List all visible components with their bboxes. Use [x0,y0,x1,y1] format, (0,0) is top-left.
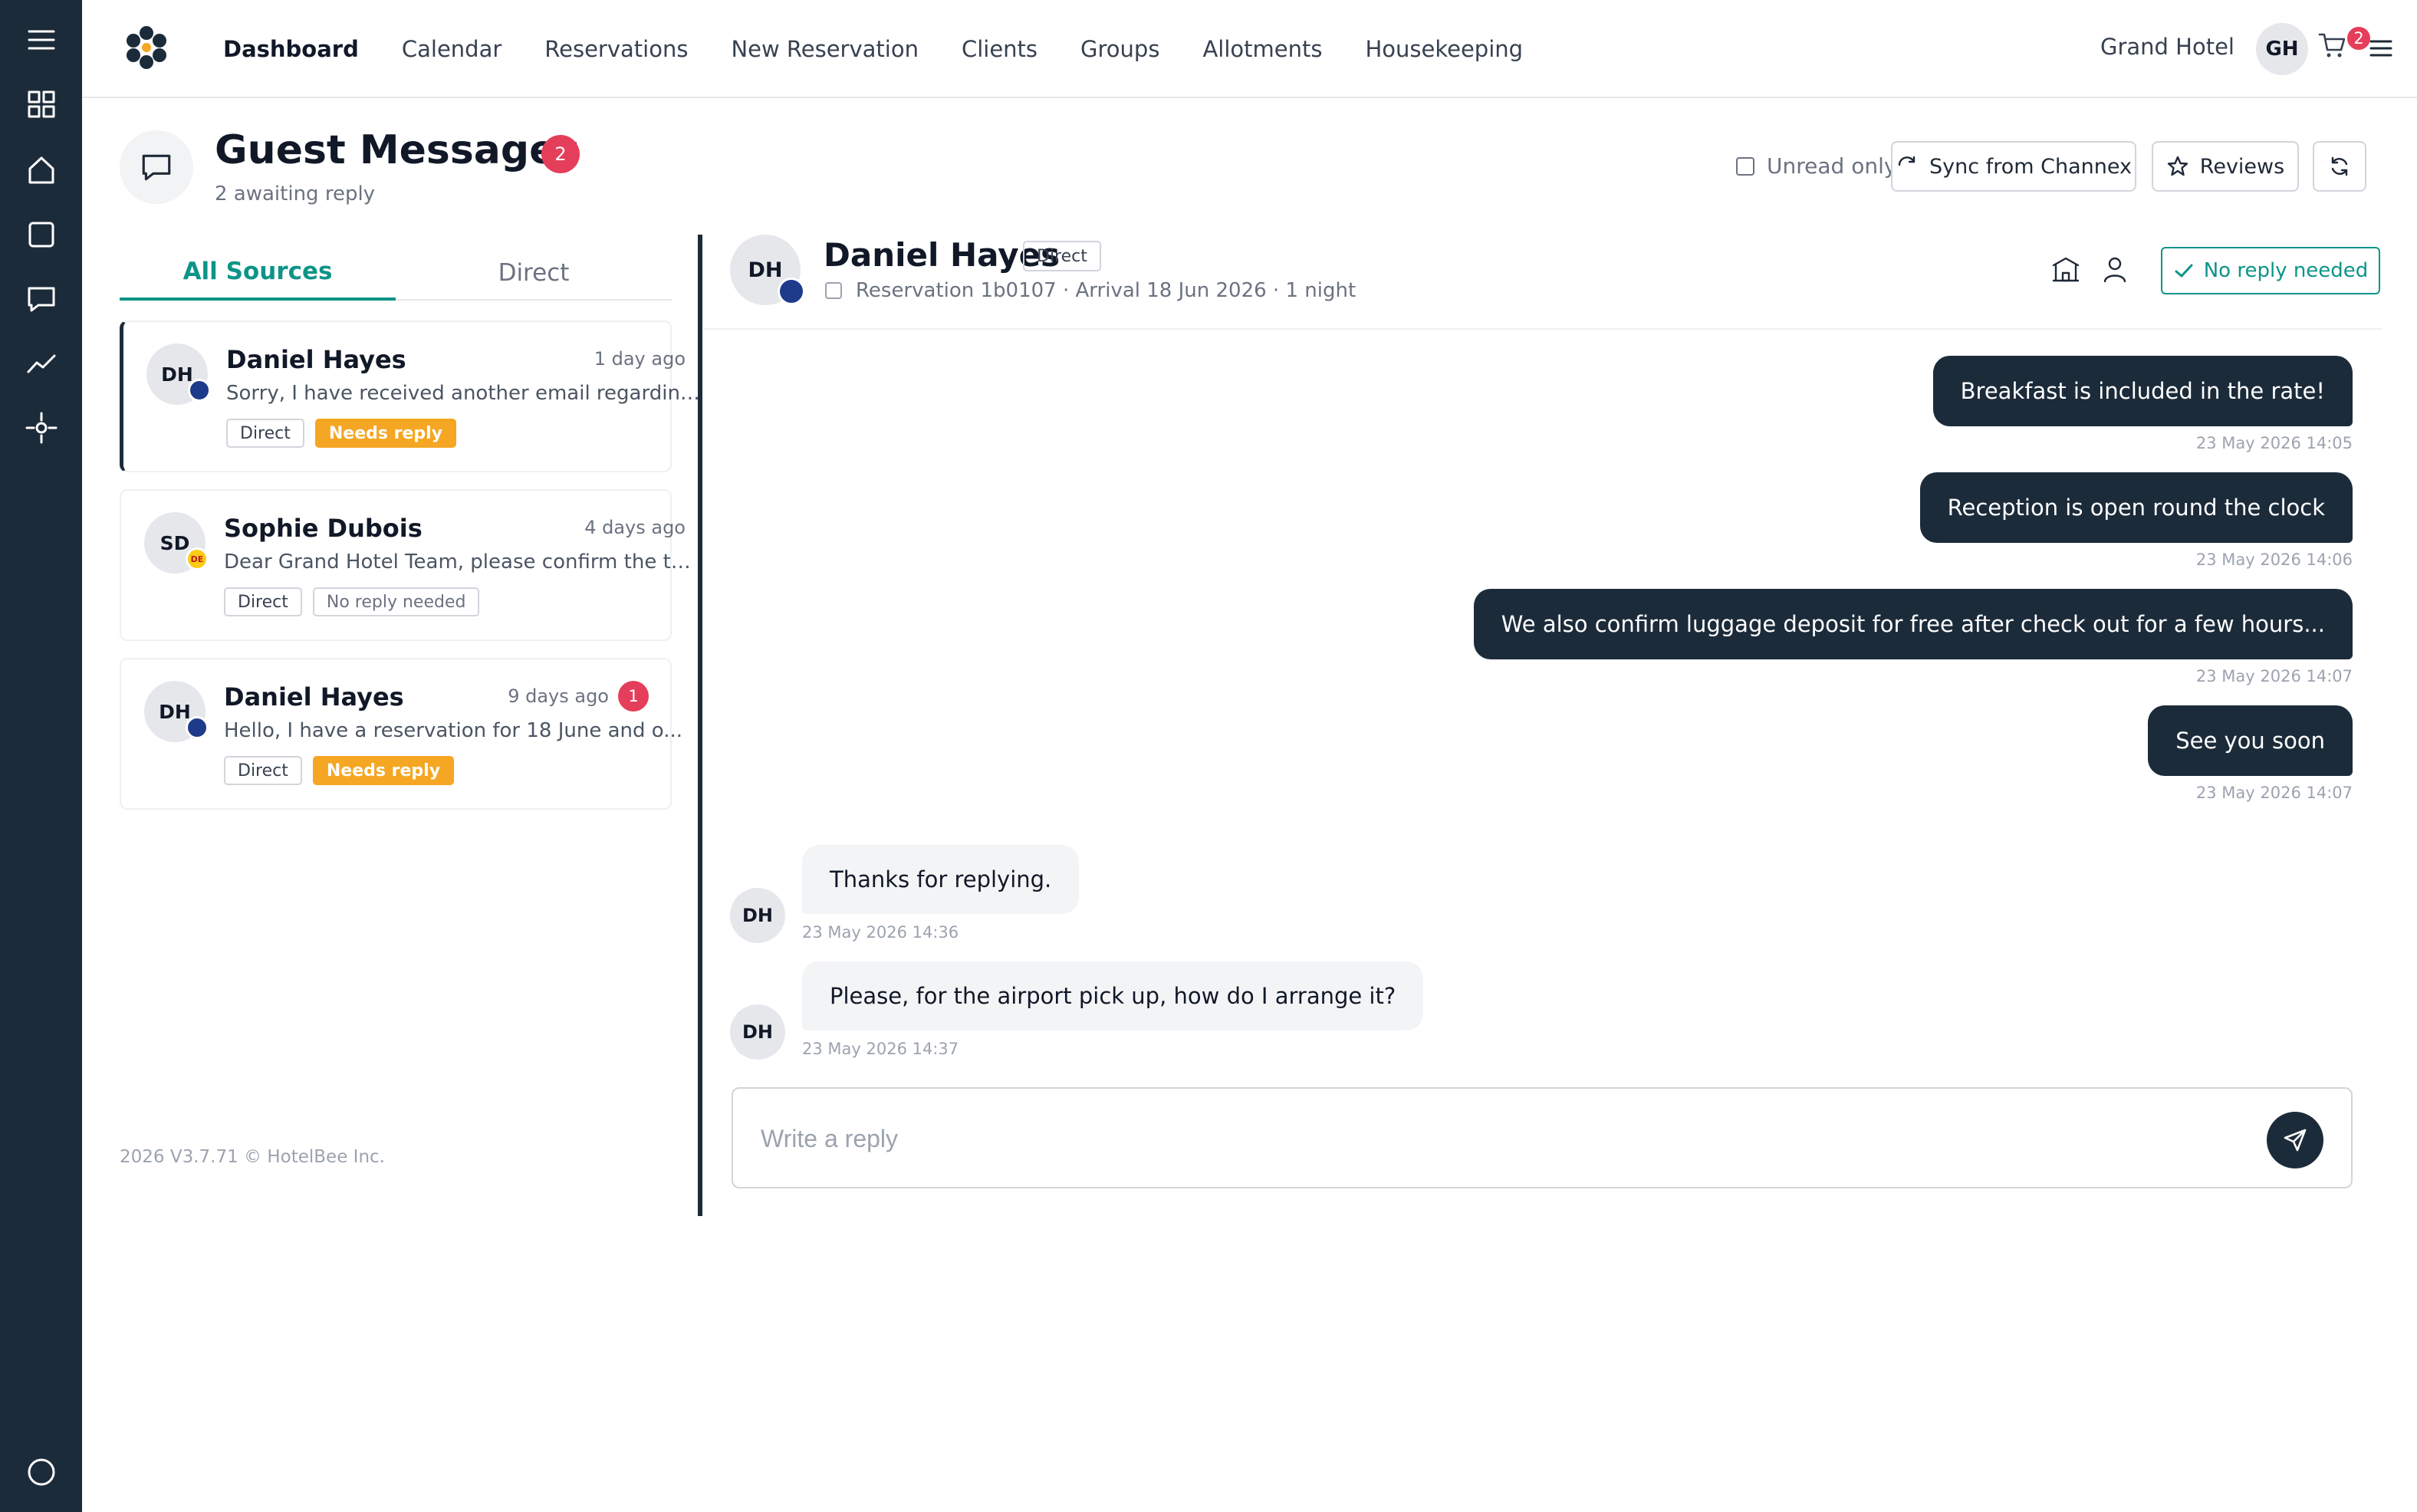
conversation-name: Sophie Dubois [224,514,423,543]
page-subtitle: 2 awaiting reply [215,182,376,205]
avatar: DH [730,235,805,305]
message-timestamp: 23 May 2026 14:06 [2195,551,2353,569]
avatar: DH [146,343,211,405]
refresh-icon [2331,156,2348,176]
cart-icon[interactable] [2317,31,2346,60]
chat-header-divider [702,328,2382,330]
trend-icon[interactable] [0,333,82,394]
status-badge: Needs reply [314,419,457,448]
reservation-info[interactable]: Reservation 1b0107 · Arrival 18 Jun 2026… [825,279,1356,302]
conversation-name: Daniel Hayes [224,682,404,712]
reviews-button[interactable]: Reviews [2152,141,2299,192]
star-icon [2167,156,2188,176]
reviews-label: Reviews [2199,154,2285,179]
circle-icon[interactable] [0,1441,82,1503]
unread-only-toggle[interactable]: Unread only [1736,153,1896,179]
outgoing-message: Reception is open round the clock [1919,472,2353,543]
home-icon[interactable] [0,140,82,201]
language-flag-icon: DE [186,547,209,570]
nav-reservations[interactable]: Reservations [544,36,688,62]
messages-header-icon [120,130,193,204]
avatar: SD DE [144,512,209,574]
nav-allotments[interactable]: Allotments [1202,36,1322,62]
incoming-message: Please, for the airport pick up, how do … [802,961,1424,1030]
awaiting-count-badge: 2 [541,135,580,173]
conversation-preview: Dear Grand Hotel Team, please confirm th… [224,551,698,574]
source-chip: Direct [224,587,302,616]
source-tabs: All Sources Direct [120,245,672,301]
chat-icon[interactable] [0,268,82,330]
tab-all-sources[interactable]: All Sources [120,245,396,301]
user-avatar[interactable]: GH [2256,23,2308,75]
nav-housekeeping[interactable]: Housekeeping [1365,36,1523,62]
message-timestamp: 23 May 2026 14:37 [802,1040,959,1058]
square-icon[interactable] [0,204,82,265]
send-button[interactable] [2267,1112,2323,1169]
conversation-time: 1 day ago [594,348,686,370]
reservation-meta: Reservation 1b0107 · Arrival 18 Jun 2026… [856,279,1356,302]
incoming-message: Thanks for replying. [802,845,1080,914]
check-icon [2175,264,2193,278]
conversation-preview: Sorry, I have received another email reg… [226,382,700,405]
refresh-button[interactable] [2313,141,2366,192]
hotel-icon[interactable] [2049,253,2083,287]
source-chip: Direct [1023,241,1101,271]
nav-dashboard[interactable]: Dashboard [223,36,359,62]
send-icon [2284,1129,2307,1152]
unread-count-badge: 1 [618,681,649,712]
outgoing-message: Breakfast is included in the rate! [1932,356,2353,426]
conversation-time: 9 days ago [508,685,609,707]
no-reply-needed-label: No reply needed [2203,259,2369,282]
menu-icon[interactable] [0,9,82,71]
conversation-item[interactable]: DH Daniel Hayes 9 days ago 1 Hello, I ha… [120,658,682,810]
footer-version: 2026 V3.7.71 © HotelBee Inc. [120,1147,385,1167]
avatar: DH [730,888,785,943]
tab-direct[interactable]: Direct [396,245,672,301]
reply-input[interactable] [761,1119,2218,1158]
conversation-name: Daniel Hayes [226,345,406,374]
menu-icon[interactable] [2368,35,2394,61]
sync-icon [1898,156,1916,166]
source-dot [778,278,805,305]
message-timestamp: 23 May 2026 14:05 [2195,434,2353,452]
conversation-time: 4 days ago [584,517,686,538]
source-chip: Direct [226,419,304,448]
guest-profile-icon[interactable] [2098,253,2132,287]
avatar: DH [730,1004,785,1060]
hotelbee-logo[interactable] [122,23,171,72]
nav-new-reservation[interactable]: New Reservation [731,36,919,62]
conversation-item[interactable]: DH Daniel Hayes 1 day ago Sorry, I have … [120,320,700,472]
reservation-icon [825,282,842,299]
target-icon[interactable] [0,397,82,459]
main-nav: Dashboard Calendar Reservations New Rese… [223,0,1566,98]
source-chip: Direct [224,756,302,785]
conversation-item[interactable]: SD DE Sophie Dubois 4 days ago Dear Gran… [120,489,698,641]
status-badge: No reply needed [312,587,480,616]
source-dot [186,716,209,739]
avatar: DH [144,681,209,742]
nav-groups[interactable]: Groups [1080,36,1159,62]
hotel-name[interactable]: Grand Hotel [2100,34,2234,60]
grid-icon[interactable] [0,74,82,135]
sync-channex-label: Sync from Channex [1929,154,2132,179]
conversation-preview: Hello, I have a reservation for 18 June … [224,719,683,742]
status-badge: Needs reply [312,756,455,785]
message-timestamp: 23 May 2026 14:07 [2195,784,2353,802]
sync-channex-button[interactable]: Sync from Channex [1891,141,2136,192]
nav-calendar[interactable]: Calendar [402,36,501,62]
message-timestamp: 23 May 2026 14:07 [2195,667,2353,685]
outgoing-message: See you soon [2148,705,2353,776]
page-title: Guest Messages [215,127,580,173]
message-timestamp: 23 May 2026 14:36 [802,923,959,942]
unread-only-checkbox[interactable] [1736,156,1754,176]
top-navbar: Dashboard Calendar Reservations New Rese… [82,0,2417,98]
sidebar-rail [0,0,82,1512]
outgoing-message: We also confirm luggage deposit for free… [1473,589,2353,659]
nav-clients[interactable]: Clients [962,36,1038,62]
unread-only-label: Unread only [1767,153,1897,179]
reply-composer [732,1087,2353,1188]
panel-divider[interactable] [698,235,702,1216]
no-reply-needed-button[interactable]: No reply needed [2161,247,2380,294]
source-dot [188,379,211,402]
